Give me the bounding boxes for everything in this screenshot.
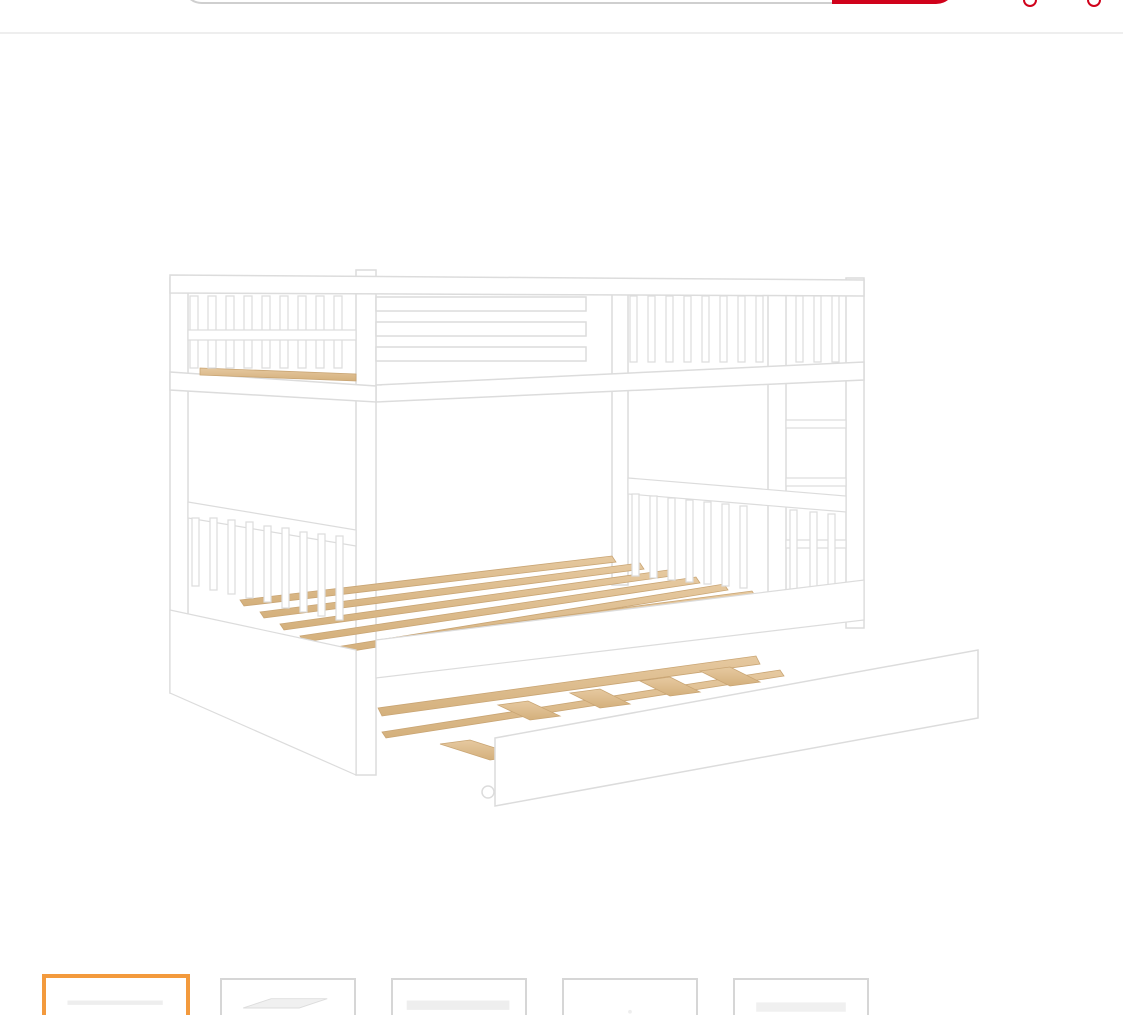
search-input[interactable] — [182, 0, 842, 4]
search-button[interactable] — [832, 0, 956, 4]
thumbnail-1[interactable] — [42, 974, 190, 1015]
bunk-bed-slats-view-thumbnail — [406, 1000, 510, 1010]
bunk-bed-front-view-thumbnail — [67, 1000, 163, 1005]
site-header — [0, 0, 1123, 34]
bunk-bed-with-trundle-image — [169, 269, 979, 807]
thumbnail-5[interactable] — [733, 978, 869, 1015]
bunk-bed-side-view-thumbnail — [756, 1002, 846, 1012]
account-icon[interactable] — [1022, 0, 1038, 8]
thumbnail-2[interactable] — [220, 978, 356, 1015]
bunk-bed-top-view-thumbnail — [243, 998, 328, 1009]
thumbnail-4[interactable] — [562, 978, 698, 1015]
bunk-bed-detail-thumbnail — [628, 1009, 632, 1014]
thumbnail-3[interactable] — [391, 978, 527, 1015]
cart-icon[interactable] — [1086, 0, 1102, 8]
thumbnail-strip — [0, 966, 1123, 1015]
product-main-image[interactable] — [0, 36, 1123, 966]
